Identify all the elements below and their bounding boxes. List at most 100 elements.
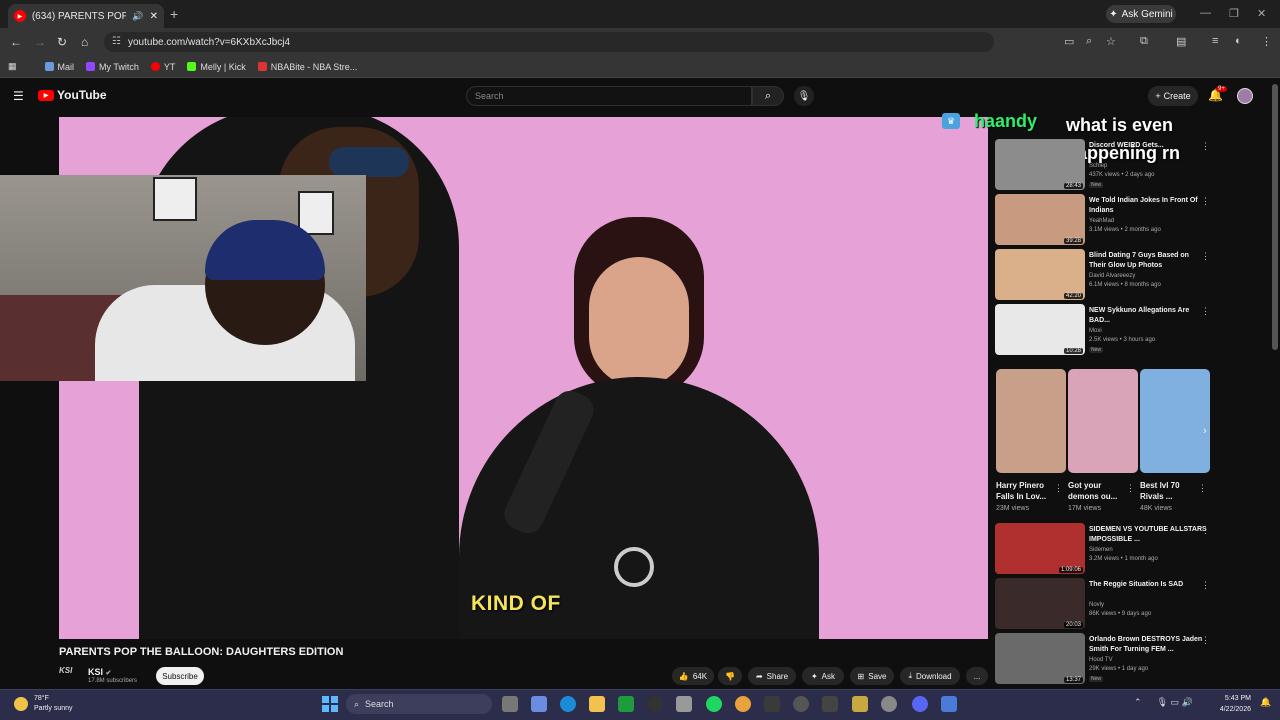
hamburger-menu-icon[interactable]: ☰ xyxy=(13,89,24,103)
start-button[interactable] xyxy=(322,696,338,712)
media-icon[interactable]: ≡ xyxy=(1212,35,1218,47)
more-options-icon[interactable]: ⋮ xyxy=(1201,635,1210,646)
reload-icon[interactable]: ↻ xyxy=(57,35,67,49)
recommended-channel[interactable]: Sidemen xyxy=(1089,547,1113,553)
taskbar-clock[interactable]: 5:43 PM 4/22/2026 xyxy=(1213,693,1251,715)
recommended-video[interactable]: 13:37 Orlando Brown DESTROYS Jaden Smith … xyxy=(995,633,1225,687)
recommended-video[interactable]: 20:03 The Reggie Situation Is SAD Novly 86K… xyxy=(995,578,1225,632)
tray-chevron-icon[interactable]: ⌃ xyxy=(1134,697,1142,707)
mic-tray-icon[interactable]: 🎙 xyxy=(1157,697,1168,707)
media-player-icon[interactable] xyxy=(793,696,809,712)
more-options-icon[interactable]: ⋮ xyxy=(1201,580,1210,591)
system-tray[interactable]: ⌃ 🎙 ▭ 🔊 xyxy=(1134,697,1193,708)
channel-logo[interactable]: KSI xyxy=(59,666,81,682)
recommended-title[interactable]: NEW Sykkuno Allegations Are BAD... xyxy=(1089,306,1207,326)
github-icon[interactable] xyxy=(647,696,663,712)
more-options-icon[interactable]: ⋮ xyxy=(1201,141,1210,152)
page-scrollbar[interactable] xyxy=(1272,84,1278,350)
close-window-icon[interactable]: ✕ xyxy=(1257,7,1266,20)
minimize-icon[interactable]: — xyxy=(1200,7,1211,19)
maximize-icon[interactable]: ❐ xyxy=(1229,7,1239,20)
more-options-icon[interactable]: ⋮ xyxy=(1054,483,1063,494)
short-title[interactable]: Harry Pinero Falls In Lov... xyxy=(996,480,1056,502)
more-options-icon[interactable]: ⋮ xyxy=(1126,483,1135,494)
task-view-icon[interactable] xyxy=(502,696,518,712)
cast-icon[interactable]: ▭ xyxy=(1064,35,1074,48)
recommended-channel[interactable]: Novly xyxy=(1089,602,1104,608)
more-options-icon[interactable]: ⋮ xyxy=(1201,196,1210,207)
store-icon[interactable] xyxy=(676,696,692,712)
recommended-channel[interactable]: Moxi xyxy=(1089,328,1102,334)
tab-active[interactable]: ▶ (634) PARENTS POP THE BA 🔊 ✕ xyxy=(8,4,164,28)
app-icon[interactable] xyxy=(852,696,868,712)
download-button[interactable]: ⤓ Download xyxy=(900,667,960,685)
subscribe-button[interactable]: Subscribe xyxy=(156,667,204,685)
youtube-logo[interactable]: ▶ YouTube xyxy=(38,88,107,102)
share-button[interactable]: ➦ Share xyxy=(748,667,796,685)
shorts-next-icon[interactable]: › xyxy=(1203,425,1207,437)
address-bar[interactable]: ☷ youtube.com/watch?v=6KXbXcJbcj4 xyxy=(104,32,994,52)
zoom-icon[interactable]: ⌕ xyxy=(1086,35,1092,48)
recommended-channel[interactable]: YeahMad xyxy=(1089,218,1114,224)
search-input[interactable]: Search xyxy=(466,86,752,106)
more-actions-button[interactable]: ... xyxy=(966,667,988,685)
recommended-channel[interactable]: David Alvareeezy xyxy=(1089,273,1135,279)
new-tab-button[interactable]: + xyxy=(170,6,178,22)
short-title[interactable]: Best lvl 70 Rivals ... xyxy=(1140,480,1200,502)
apps-icon[interactable]: ▦ xyxy=(8,61,17,72)
home-icon[interactable]: ⌂ xyxy=(81,35,88,49)
xbox-icon[interactable] xyxy=(618,696,634,712)
ask-button[interactable]: ✦ Ask xyxy=(802,667,844,685)
recommended-title[interactable]: SIDEMEN VS YOUTUBE ALLSTARS IMPOSSIBLE .… xyxy=(1089,525,1207,545)
recommended-title[interactable]: Blind Dating 7 Guys Based on Their Glow … xyxy=(1089,251,1207,271)
network-icon[interactable]: ▭ xyxy=(1171,697,1180,707)
bookmark-mail[interactable]: Mail xyxy=(44,62,74,72)
channel-name[interactable]: KSI ✔ xyxy=(88,667,111,677)
back-icon[interactable]: ← xyxy=(10,35,22,49)
recommended-video[interactable]: 39:28 We Told Indian Jokes In Front Of In… xyxy=(995,194,1225,248)
account-avatar[interactable] xyxy=(1237,88,1253,104)
recommended-title[interactable]: Discord WEIRD Gets... xyxy=(1089,141,1207,151)
short-title[interactable]: Got your demons ou... xyxy=(1068,480,1128,502)
search-button[interactable]: ⌕ xyxy=(752,86,784,106)
bookmark-kick[interactable]: Melly | Kick xyxy=(187,62,246,72)
profile-icon[interactable]: ◐ xyxy=(1235,35,1242,47)
bookmark-yt[interactable]: YT xyxy=(150,62,175,72)
bookmark-twitch[interactable]: My Twitch xyxy=(86,62,139,72)
taskbar-search[interactable]: ⌕ Search xyxy=(346,694,492,714)
like-button[interactable]: 👍 64K xyxy=(672,667,714,685)
dislike-button[interactable]: 👎 xyxy=(718,667,742,685)
volume-icon[interactable]: 🔊 xyxy=(1182,697,1193,707)
close-tab-icon[interactable]: ✕ xyxy=(150,11,158,22)
more-options-icon[interactable]: ⋮ xyxy=(1201,251,1210,262)
recommended-video[interactable]: 10:28 NEW Sykkuno Allegations Are BAD... M… xyxy=(995,304,1225,358)
save-button[interactable]: ⊞ Save xyxy=(850,667,894,685)
discord-icon[interactable] xyxy=(912,696,928,712)
short-thumbnail[interactable] xyxy=(1140,369,1210,473)
bookmark-nbabite[interactable]: NBABite - NBA Stre... xyxy=(257,62,357,72)
app-icon[interactable] xyxy=(764,696,780,712)
short-thumbnail[interactable] xyxy=(996,369,1066,473)
forward-icon[interactable]: → xyxy=(34,35,46,49)
short-thumbnail[interactable] xyxy=(1068,369,1138,473)
create-button[interactable]: + Create xyxy=(1148,86,1198,106)
more-options-icon[interactable]: ⋮ xyxy=(1198,483,1207,494)
file-explorer-icon[interactable] xyxy=(589,696,605,712)
recommended-title[interactable]: We Told Indian Jokes In Front Of Indians xyxy=(1089,196,1207,216)
ask-gemini-button[interactable]: ✦ Ask Gemini xyxy=(1106,5,1176,23)
more-options-icon[interactable]: ⋮ xyxy=(1201,525,1210,536)
chrome-icon[interactable] xyxy=(735,696,751,712)
bookmark-star-icon[interactable]: ☆ xyxy=(1106,35,1116,48)
menu-kebab-icon[interactable]: ⋮ xyxy=(1261,35,1272,48)
recommended-title[interactable]: Orlando Brown DESTROYS Jaden Smith For T… xyxy=(1089,635,1207,655)
more-options-icon[interactable]: ⋮ xyxy=(1201,306,1210,317)
voice-search-button[interactable]: 🎙 xyxy=(794,86,814,106)
extensions-icon[interactable]: ⧉ xyxy=(1140,35,1148,48)
speaker-icon[interactable]: 🔊 xyxy=(132,11,143,22)
recommended-video[interactable]: 42:20 Blind Dating 7 Guys Based on Their … xyxy=(995,249,1225,303)
sidepanel-icon[interactable]: ▤ xyxy=(1176,35,1186,48)
notifications-tray-icon[interactable]: 🔔 xyxy=(1260,697,1271,708)
recommended-video[interactable]: 28:43 Discord WEIRD Gets... Schlep 437K vie… xyxy=(995,139,1225,193)
site-info-icon[interactable]: ☷ xyxy=(112,36,121,47)
weather-widget[interactable]: 78°F Partly sunny xyxy=(14,694,73,714)
